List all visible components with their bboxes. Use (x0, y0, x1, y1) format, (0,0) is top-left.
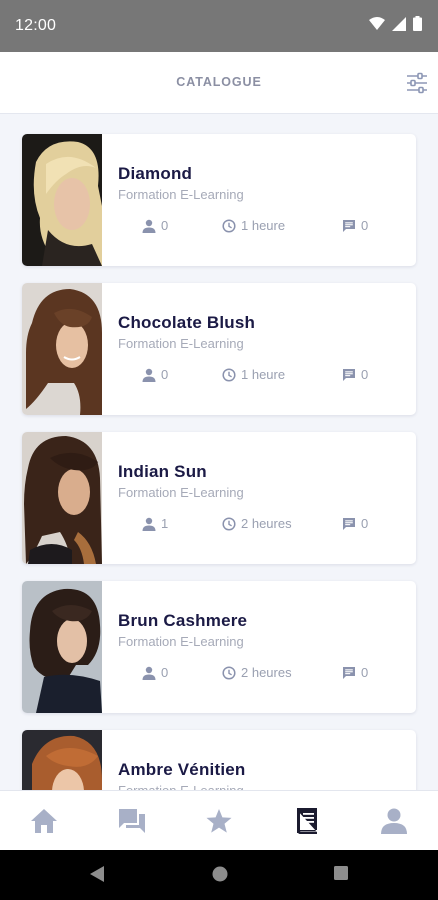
nav-catalogue[interactable] (291, 805, 323, 837)
duration-value: 2 heures (241, 516, 292, 531)
course-type: Formation E-Learning (118, 187, 244, 202)
duration-value: 1 heure (241, 367, 286, 382)
comment-icon (343, 219, 355, 232)
duration-value: 2 heures (241, 665, 292, 680)
chat-icon (119, 809, 145, 833)
system-navigation-bar (0, 850, 438, 900)
participants-value: 0 (161, 218, 169, 233)
battery-icon (413, 16, 422, 31)
course-title: Chocolate Blush (118, 313, 256, 332)
comments-value: 0 (361, 665, 369, 680)
bottom-navigation (0, 790, 438, 850)
participants-value: 0 (161, 665, 169, 680)
back-icon[interactable] (89, 865, 105, 883)
course-duration: 1 heure (222, 367, 285, 382)
comments-count: 0 (342, 367, 368, 382)
user-icon (142, 368, 156, 382)
course-list[interactable]: Diamond Formation E-Learning 0 1 heure 0… (0, 114, 438, 790)
comment-icon (343, 517, 355, 530)
course-card[interactable]: Chocolate Blush Formation E-Learning 0 1… (22, 283, 416, 415)
page-title: CATALOGUE (176, 75, 262, 89)
comments-count: 0 (342, 516, 368, 531)
user-icon (142, 219, 156, 233)
course-card[interactable]: Brun Cashmere Formation E-Learning 0 2 h… (22, 581, 416, 713)
book-icon (297, 808, 317, 834)
participants-value: 0 (161, 367, 169, 382)
home-circle-icon[interactable] (211, 865, 229, 883)
home-icon (31, 809, 57, 833)
app-header: CATALOGUE (0, 52, 438, 114)
profile-icon (381, 808, 407, 834)
course-duration: 1 heure (222, 218, 285, 233)
recents-icon[interactable] (333, 865, 349, 881)
participants-count: 0 (142, 367, 168, 382)
user-icon (142, 666, 156, 680)
filter-button[interactable] (405, 71, 429, 95)
duration-value: 1 heure (241, 218, 286, 233)
user-icon (142, 517, 156, 531)
course-thumbnail (22, 581, 102, 713)
sliders-icon (407, 72, 427, 94)
participants-value: 1 (161, 516, 169, 531)
status-icons (369, 16, 422, 31)
course-type: Formation E-Learning (118, 783, 244, 790)
nav-profile[interactable] (378, 805, 410, 837)
course-title: Diamond (118, 164, 193, 183)
wifi-icon (369, 16, 385, 30)
clock-icon (222, 218, 236, 233)
course-thumbnail (22, 730, 102, 790)
status-time: 12:00 (15, 17, 57, 34)
clock-icon (222, 516, 236, 531)
comments-value: 0 (361, 367, 369, 382)
signal-icon (392, 16, 406, 31)
course-title: Ambre Vénitien (118, 760, 246, 779)
course-type: Formation E-Learning (118, 634, 244, 649)
course-card[interactable]: Ambre Vénitien Formation E-Learning (22, 730, 416, 790)
participants-count: 0 (142, 665, 168, 680)
course-card[interactable]: Diamond Formation E-Learning 0 1 heure 0 (22, 134, 416, 266)
course-thumbnail (22, 134, 102, 266)
comments-count: 0 (342, 665, 368, 680)
comments-value: 0 (361, 218, 369, 233)
star-icon (206, 809, 232, 833)
comments-count: 0 (342, 218, 368, 233)
course-card[interactable]: Indian Sun Formation E-Learning 1 2 heur… (22, 432, 416, 564)
course-type: Formation E-Learning (118, 485, 244, 500)
clock-icon (222, 665, 236, 680)
participants-count: 1 (142, 516, 168, 531)
comment-icon (343, 368, 355, 381)
nav-home[interactable] (28, 805, 60, 837)
course-title: Indian Sun (118, 462, 207, 481)
nav-favorites[interactable] (203, 805, 235, 837)
clock-icon (222, 367, 236, 382)
nav-messages[interactable] (116, 805, 148, 837)
comments-value: 0 (361, 516, 369, 531)
status-bar: 12:00 (0, 0, 438, 52)
comment-icon (343, 666, 355, 679)
course-duration: 2 heures (222, 516, 292, 531)
course-duration: 2 heures (222, 665, 292, 680)
course-thumbnail (22, 283, 102, 415)
course-title: Brun Cashmere (118, 611, 248, 630)
course-thumbnail (22, 432, 102, 564)
course-type: Formation E-Learning (118, 336, 244, 351)
participants-count: 0 (142, 218, 168, 233)
